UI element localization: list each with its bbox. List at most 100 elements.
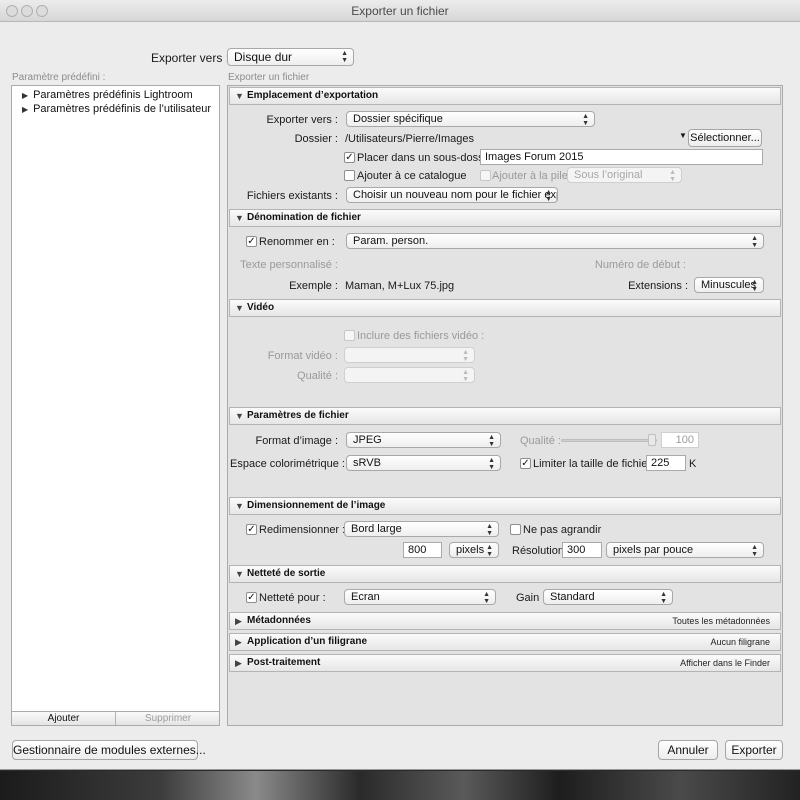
add-stack-label: Ajouter à la pile :	[492, 170, 574, 182]
choose-folder-button[interactable]: Sélectionner...	[688, 129, 762, 147]
section-title: Application d’un filigrane	[247, 636, 367, 647]
disclosure-triangle-icon[interactable]: ▶	[22, 91, 30, 100]
popup-arrows-icon: ▲ ▼	[488, 457, 495, 471]
section-summary: Afficher dans le Finder	[680, 658, 770, 668]
gain-label: Gain :	[516, 592, 546, 604]
quality-input[interactable]: 100	[661, 432, 699, 448]
section-title: Post-traitement	[247, 657, 321, 668]
folder-path: /Utilisateurs/Pierre/Images	[345, 133, 474, 145]
gain-popup[interactable]: Standard ▲ ▼	[543, 589, 673, 605]
title-bar: Exporter un fichier	[0, 0, 800, 22]
remove-preset-button[interactable]: Supprimer	[116, 712, 220, 725]
popup-value: Bord large	[351, 523, 402, 535]
recent-folders-icon[interactable]: ▼	[679, 131, 687, 140]
popup-value: Param. person.	[353, 235, 429, 247]
close-window-button[interactable]	[6, 5, 18, 17]
popup-arrows-icon: ▲ ▼	[488, 434, 495, 448]
sharpen-for-popup[interactable]: Ecran ▲ ▼	[344, 589, 496, 605]
location-export-to-popup[interactable]: Dossier spécifique ▲ ▼	[346, 111, 595, 127]
section-watermark[interactable]: ▶ Application d’un filigrane Aucun filig…	[229, 633, 781, 651]
preset-list[interactable]: ▶ Paramètres prédéfinis Lightroom ▶ Para…	[11, 85, 220, 712]
quality-slider-knob[interactable]	[648, 434, 656, 446]
expanded-triangle-icon[interactable]: ▼	[235, 210, 244, 226]
video-format-popup[interactable]: ▲ ▼	[344, 347, 475, 363]
plugin-manager-button[interactable]: Gestionnaire de modules externes...	[12, 740, 206, 760]
rename-label: Renommer en :	[259, 236, 335, 248]
resolution-input[interactable]: 300	[562, 542, 602, 558]
preset-folder-lightroom[interactable]: ▶ Paramètres prédéfinis Lightroom	[22, 89, 193, 101]
size-input[interactable]: 800	[403, 542, 442, 558]
subfolder-checkbox[interactable]: ✓	[344, 152, 355, 163]
colorspace-popup[interactable]: sRVB ▲ ▼	[346, 455, 501, 471]
preset-folder-label: Paramètres prédéfinis de l’utilisateur	[33, 103, 211, 115]
section-file-settings[interactable]: ▼ Paramètres de fichier	[229, 407, 781, 425]
expanded-triangle-icon[interactable]: ▼	[235, 498, 244, 514]
section-metadata[interactable]: ▶ Métadonnées Toutes les métadonnées	[229, 612, 781, 630]
popup-value: Sous l’original	[574, 169, 643, 181]
add-stack-checkbox[interactable]	[480, 170, 491, 181]
popup-arrows-icon: ▲ ▼	[486, 523, 493, 537]
popup-value: sRVB	[353, 457, 381, 469]
background-photo	[0, 771, 800, 800]
no-enlarge-checkbox[interactable]	[510, 524, 521, 535]
rename-checkbox[interactable]: ✓	[246, 236, 257, 247]
existing-files-popup[interactable]: Choisir un nouveau nom pour le fichier e…	[346, 187, 558, 203]
popup-arrows-icon: ▲ ▼	[751, 235, 758, 249]
collapsed-triangle-icon[interactable]: ▶	[235, 655, 242, 671]
expanded-triangle-icon[interactable]: ▼	[235, 88, 244, 104]
minimize-window-button[interactable]	[21, 5, 33, 17]
no-enlarge-label: Ne pas agrandir	[523, 524, 602, 536]
add-preset-button[interactable]: Ajouter	[12, 712, 116, 725]
rename-template-popup[interactable]: Param. person. ▲ ▼	[346, 233, 764, 249]
sharpen-label: Netteté pour :	[259, 592, 326, 604]
section-output-sharpening[interactable]: ▼ Netteté de sortie	[229, 565, 781, 583]
popup-arrows-icon: ▲ ▼	[582, 113, 589, 127]
preset-button-bar: Ajouter Supprimer	[11, 712, 220, 726]
collapsed-triangle-icon[interactable]: ▶	[235, 634, 242, 650]
expanded-triangle-icon[interactable]: ▼	[235, 408, 244, 424]
section-image-sizing[interactable]: ▼ Dimensionnement de l’image	[229, 497, 781, 515]
popup-value: Dossier spécifique	[353, 113, 443, 125]
popup-arrows-icon: ▲ ▼	[669, 169, 676, 183]
limit-size-checkbox[interactable]: ✓	[520, 458, 531, 469]
resolution-unit-popup[interactable]: pixels par pouce ▲ ▼	[606, 542, 764, 558]
expanded-triangle-icon[interactable]: ▼	[235, 300, 244, 316]
sharpen-checkbox[interactable]: ✓	[246, 592, 257, 603]
image-format-label: Format d’image :	[255, 435, 338, 447]
image-format-popup[interactable]: JPEG ▲ ▼	[346, 432, 501, 448]
section-title: Netteté de sortie	[247, 568, 326, 579]
add-catalog-label: Ajouter à ce catalogue	[357, 170, 467, 182]
popup-value: JPEG	[353, 434, 382, 446]
resize-mode-popup[interactable]: Bord large ▲ ▼	[344, 521, 499, 537]
preset-header: Paramètre prédéfini :	[12, 72, 106, 83]
collapsed-triangle-icon[interactable]: ▶	[235, 613, 242, 629]
preset-folder-user[interactable]: ▶ Paramètres prédéfinis de l’utilisateur	[22, 103, 211, 115]
export-destination-popup[interactable]: Disque dur ▲ ▼	[227, 48, 354, 66]
section-file-naming[interactable]: ▼ Dénomination de fichier	[229, 209, 781, 227]
limit-size-input[interactable]: 225	[646, 455, 686, 471]
resize-checkbox[interactable]: ✓	[246, 524, 257, 535]
cancel-button[interactable]: Annuler	[658, 740, 718, 760]
section-summary: Toutes les métadonnées	[672, 616, 770, 626]
example-label: Exemple :	[289, 280, 338, 292]
quality-slider-track[interactable]	[561, 439, 657, 442]
popup-value: Ecran	[351, 591, 380, 603]
popup-arrows-icon: ▲ ▼	[483, 591, 490, 605]
section-export-location[interactable]: ▼ Emplacement d’exportation	[229, 87, 781, 105]
limit-size-unit: K	[689, 458, 697, 470]
popup-arrows-icon: ▲ ▼	[486, 544, 493, 558]
export-button[interactable]: Exporter	[725, 740, 783, 760]
section-post-processing[interactable]: ▶ Post-traitement Afficher dans le Finde…	[229, 654, 781, 672]
video-quality-popup[interactable]: ▲ ▼	[344, 367, 475, 383]
include-video-checkbox[interactable]	[344, 330, 355, 341]
subfolder-input[interactable]: Images Forum 2015	[480, 149, 763, 165]
disclosure-triangle-icon[interactable]: ▶	[22, 105, 30, 114]
expanded-triangle-icon[interactable]: ▼	[235, 566, 244, 582]
zoom-window-button[interactable]	[36, 5, 48, 17]
size-unit-popup[interactable]: pixels ▲ ▼	[449, 542, 499, 558]
stack-position-popup[interactable]: Sous l’original ▲ ▼	[567, 167, 682, 183]
section-video[interactable]: ▼ Vidéo	[229, 299, 781, 317]
add-catalog-checkbox[interactable]	[344, 170, 355, 181]
main-header: Exporter un fichier	[228, 72, 310, 83]
extensions-popup[interactable]: Minuscules ▲ ▼	[694, 277, 764, 293]
